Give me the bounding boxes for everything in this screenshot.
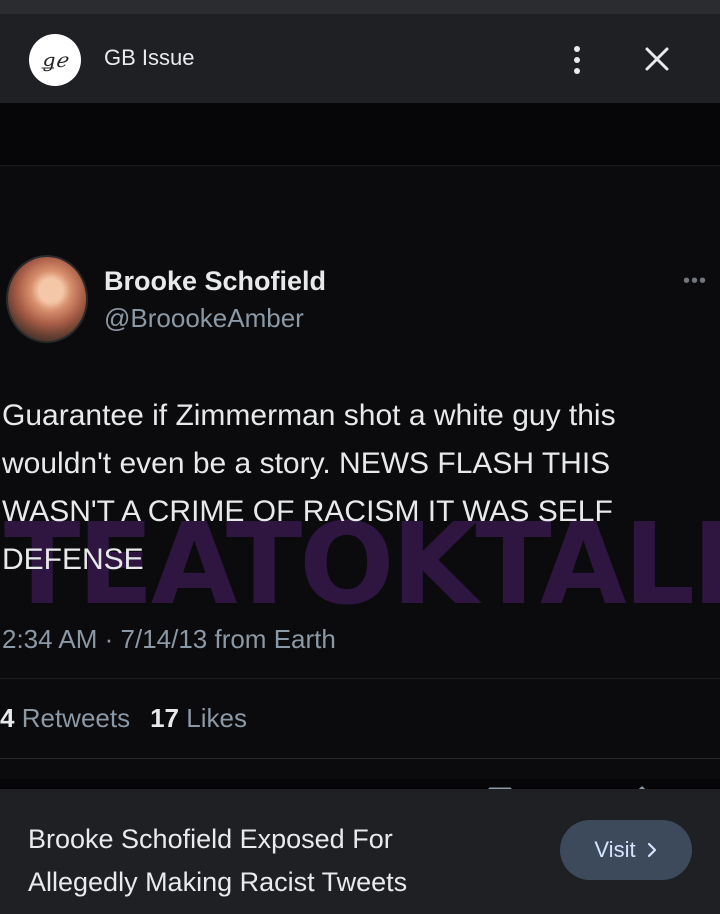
avatar bbox=[6, 255, 88, 343]
visit-label: Visit bbox=[594, 837, 636, 862]
chevron-right-icon bbox=[647, 842, 656, 858]
likes-label: Likes bbox=[186, 703, 247, 733]
tweet-text: Guarantee if Zimmerman shot a white guy … bbox=[2, 399, 616, 576]
tweet-card: Brooke Schofield @BroookeAmber ••• TEATO… bbox=[0, 165, 720, 789]
retweets-stat: 4 Retweets bbox=[0, 703, 130, 734]
user-handle: @BroookeAmber bbox=[104, 303, 304, 333]
likes-stat: 17 Likes bbox=[150, 703, 247, 734]
divider bbox=[0, 678, 720, 679]
visit-button[interactable]: Visit bbox=[560, 820, 692, 880]
likes-count: 17 bbox=[150, 703, 180, 733]
retweets-label: Retweets bbox=[21, 703, 131, 733]
tweet-more-icon: ••• bbox=[683, 270, 708, 292]
image-preview: Brooke Schofield @BroookeAmber ••• TEATO… bbox=[0, 103, 720, 789]
divider bbox=[0, 758, 720, 759]
result-caption[interactable]: Brooke Schofield Exposed For Allegedly M… bbox=[28, 818, 498, 904]
status-strip bbox=[0, 0, 720, 14]
display-name: Brooke Schofield bbox=[104, 266, 327, 296]
source-name[interactable]: GB Issue bbox=[104, 45, 194, 71]
close-icon[interactable] bbox=[639, 41, 675, 77]
tweet-stats: 4 Retweets 17 Likes bbox=[0, 703, 247, 734]
retweets-count: 4 bbox=[0, 703, 15, 733]
more-vert-icon[interactable] bbox=[564, 40, 590, 80]
source-logo[interactable]: ǥℯ bbox=[29, 34, 81, 86]
